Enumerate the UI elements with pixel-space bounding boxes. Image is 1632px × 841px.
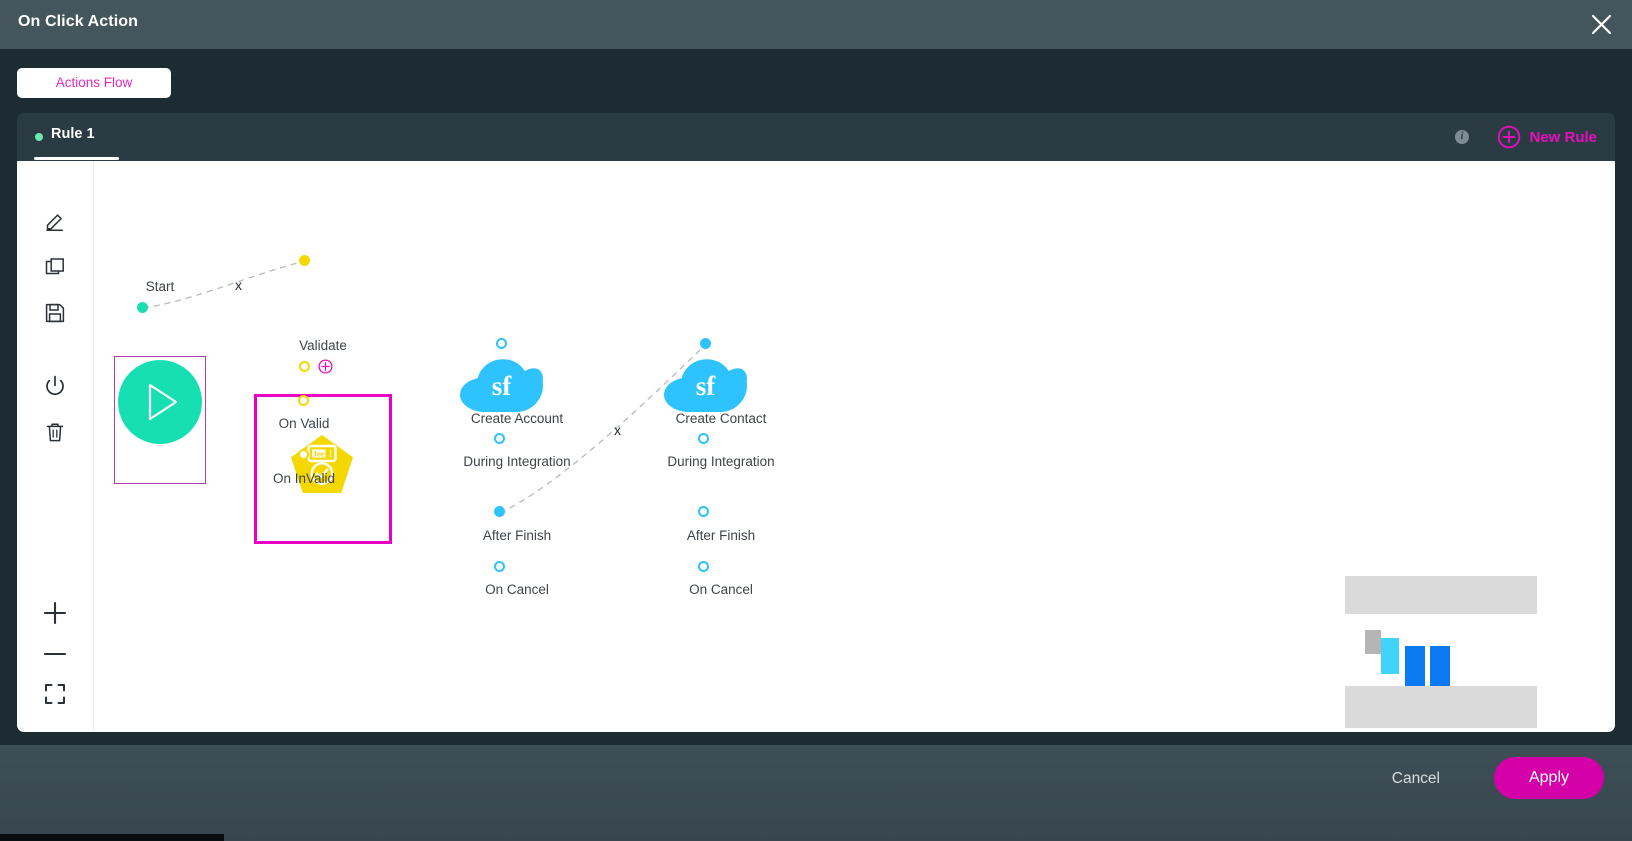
power-icon: [46, 375, 64, 396]
delete-tool[interactable]: [37, 414, 73, 450]
node-create-account-port-on-cancel-label: On Cancel: [485, 582, 549, 597]
node-create-account-port-after-finish-label: After Finish: [482, 528, 552, 543]
rules-bar: Rule 1 i New Rule: [17, 113, 1615, 161]
page-title: On Click Action: [18, 13, 139, 30]
duplicate-tool[interactable]: [37, 249, 73, 285]
info-icon-glyph: i: [1460, 131, 1464, 142]
minimap-node-validate: [1381, 638, 1399, 674]
toolbar-divider: [93, 161, 94, 732]
node-validate-label: Validate: [299, 338, 347, 353]
copy-icon: [45, 258, 64, 275]
edge-delete-start-validate[interactable]: x: [235, 277, 242, 293]
node-validate-port-on-invalid-label: On InValid: [272, 471, 336, 486]
svg-text:I: I: [329, 449, 332, 459]
minimap-node-create-account: [1405, 646, 1425, 686]
apply-button-label: Apply: [1528, 769, 1570, 786]
new-rule-label: New Rule: [1529, 128, 1597, 146]
node-create-account-port-during-integration-label: During Integration: [463, 454, 571, 469]
node-validate-add-circle-icon[interactable]: [318, 359, 333, 374]
svg-text:sf: sf: [492, 371, 513, 401]
fit-screen-icon: [45, 684, 65, 704]
close-icon[interactable]: [1588, 11, 1615, 38]
node-create-contact-port-during-integration-label: During Integration: [667, 454, 775, 469]
node-create-account-input-port[interactable]: [496, 338, 507, 349]
rule-tab-active-underline: [34, 157, 119, 160]
edit-tool[interactable]: [37, 203, 73, 239]
floppy-disk-icon: [45, 303, 65, 323]
save-tool[interactable]: [37, 295, 73, 331]
edge-delete-account-contact[interactable]: x: [614, 422, 621, 438]
rule-tab-label: Rule 1: [51, 126, 95, 142]
node-validate-port-on-invalid[interactable]: [298, 449, 309, 460]
svg-text:Joe: Joe: [313, 450, 325, 459]
plus-circle-icon: [1498, 125, 1521, 149]
minimap-node-create-contact: [1430, 646, 1450, 686]
start-icon-circle[interactable]: [118, 360, 202, 444]
node-create-contact-label: Create Contact: [675, 411, 767, 426]
info-icon[interactable]: i: [1455, 130, 1469, 144]
node-create-contact-port-after-finish[interactable]: [698, 506, 709, 517]
power-tool[interactable]: [37, 368, 73, 404]
salesforce-cloud-icon: sf: [460, 359, 543, 412]
node-create-contact-port-after-finish-label: After Finish: [686, 528, 756, 543]
minimap-viewport[interactable]: [1345, 614, 1537, 686]
apply-button[interactable]: Apply: [1494, 757, 1604, 799]
on-click-action-dialog: On Click Action Actions Flow Rule 1 i Ne…: [0, 0, 1632, 841]
dialog-footer: Cancel Apply: [0, 745, 1632, 841]
node-create-account-label: Create Account: [470, 411, 564, 426]
node-create-contact-input-port[interactable]: [700, 338, 711, 349]
pencil-icon: [46, 214, 64, 232]
salesforce-cloud-icon: sf: [664, 359, 747, 412]
node-validate-port-on-valid-label: On Valid: [278, 416, 330, 431]
plus-icon: [43, 601, 67, 625]
node-create-account-port-after-finish[interactable]: [494, 506, 505, 517]
minus-icon: [43, 652, 67, 656]
zoom-out-tool[interactable]: [37, 636, 73, 672]
node-create-contact-port-during-integration[interactable]: [698, 433, 709, 444]
node-validate-port-on-valid[interactable]: [298, 395, 309, 406]
node-create-account-port-on-cancel[interactable]: [494, 561, 505, 572]
dialog-titlebar: On Click Action: [0, 0, 1632, 49]
flow-canvas[interactable]: x x Start Joe I Validate On Valid On InV…: [17, 161, 1615, 732]
svg-text:sf: sf: [696, 371, 717, 401]
node-validate-input-port[interactable]: [299, 255, 310, 266]
new-rule-button[interactable]: New Rule: [1497, 124, 1597, 150]
tab-actions-flow-label: Actions Flow: [55, 75, 133, 90]
page-scrollbar[interactable]: [0, 834, 224, 841]
node-start-label: Start: [145, 279, 175, 294]
trash-icon: [46, 423, 64, 442]
minimap-node-start: [1365, 630, 1381, 654]
cancel-button[interactable]: Cancel: [1382, 764, 1450, 794]
node-validate-ring-icon[interactable]: [299, 361, 310, 372]
zoom-in-tool[interactable]: [37, 595, 73, 631]
play-icon: [148, 383, 178, 421]
tab-actions-flow[interactable]: Actions Flow: [17, 68, 171, 98]
node-create-contact-port-on-cancel[interactable]: [698, 561, 709, 572]
rule-status-dot: [35, 133, 43, 141]
fit-screen-tool[interactable]: [37, 676, 73, 712]
node-create-account-port-during-integration[interactable]: [494, 433, 505, 444]
node-start-output-port[interactable]: [137, 302, 148, 313]
node-create-contact-port-on-cancel-label: On Cancel: [689, 582, 753, 597]
canvas-minimap[interactable]: [1345, 576, 1537, 728]
